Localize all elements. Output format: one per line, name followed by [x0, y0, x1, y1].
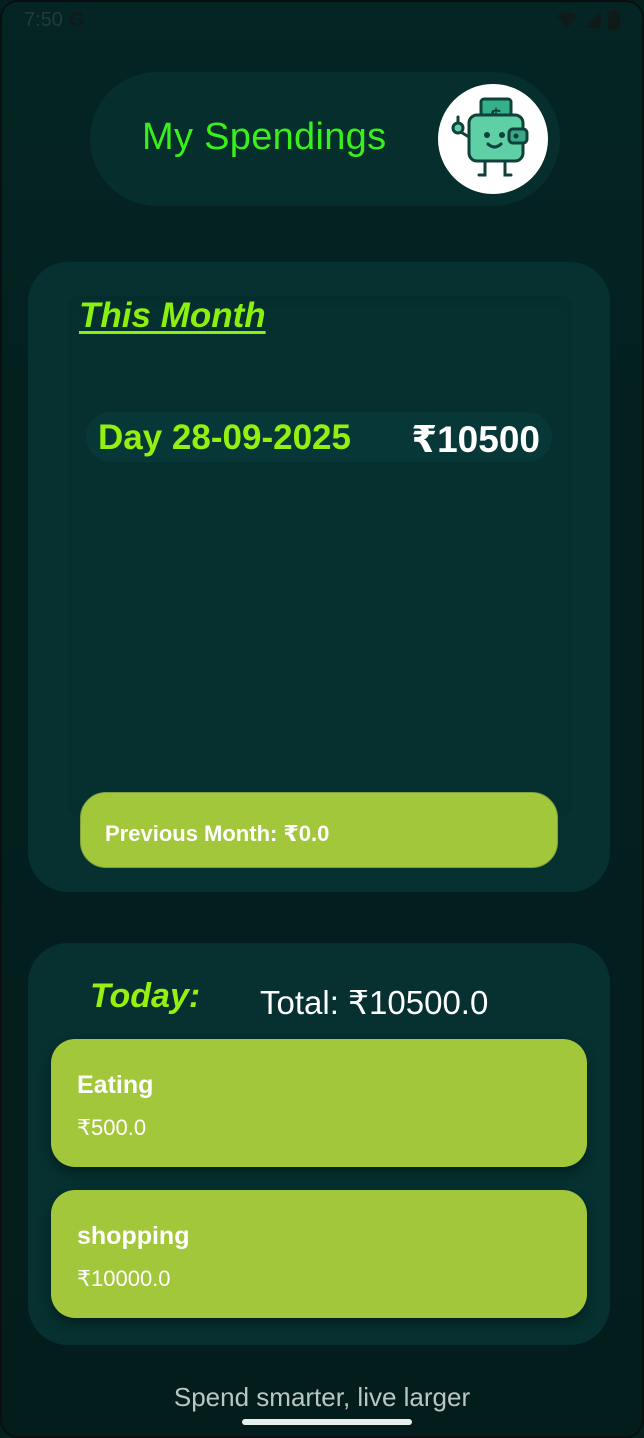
wifi-icon — [557, 12, 577, 28]
today-card: Today: Total: ₹10500.0 Eating ₹500.0 sho… — [28, 943, 610, 1345]
battery-icon — [608, 10, 620, 30]
this-month-card: This Month Day 28-09-2025 ₹10500 Previou… — [28, 262, 610, 892]
expense-amount: ₹10000.0 — [77, 1266, 171, 1291]
month-list-area — [68, 296, 572, 816]
status-bar: 7:50 G — [2, 2, 642, 38]
today-total: Total: ₹10500.0 — [260, 984, 489, 1021]
previous-month-button[interactable]: Previous Month: ₹0.0 — [80, 792, 558, 868]
logo-avatar: $ — [438, 84, 548, 194]
this-month-heading: This Month — [79, 296, 266, 335]
status-left: 7:50 G — [24, 9, 85, 32]
day-label: Day 28-09-2025 — [98, 418, 351, 457]
today-heading: Today: — [90, 977, 201, 1015]
expense-card-eating[interactable]: Eating ₹500.0 — [51, 1039, 587, 1167]
google-icon: G — [68, 8, 85, 31]
expense-name: shopping — [77, 1222, 190, 1250]
day-amount: ₹10500 — [411, 419, 540, 460]
wallet-mascot-icon: $ — [451, 97, 529, 177]
day-row[interactable]: Day 28-09-2025 ₹10500 — [86, 412, 552, 462]
expense-card-shopping[interactable]: shopping ₹10000.0 — [51, 1190, 587, 1318]
status-icons — [556, 10, 620, 30]
expense-name: Eating — [77, 1071, 154, 1099]
tagline: Spend smarter, live larger — [173, 1382, 471, 1412]
app-title: My Spendings — [142, 116, 387, 158]
previous-month-label: Previous Month: ₹0.0 — [105, 821, 330, 846]
status-time: 7:50 — [24, 8, 63, 31]
header-pill: My Spendings $ — [90, 72, 560, 206]
expense-amount: ₹500.0 — [77, 1115, 147, 1140]
app-screen: 7:50 G My Spendings $ — [0, 0, 644, 1438]
signal-icon — [585, 12, 601, 28]
home-indicator[interactable] — [242, 1419, 412, 1425]
